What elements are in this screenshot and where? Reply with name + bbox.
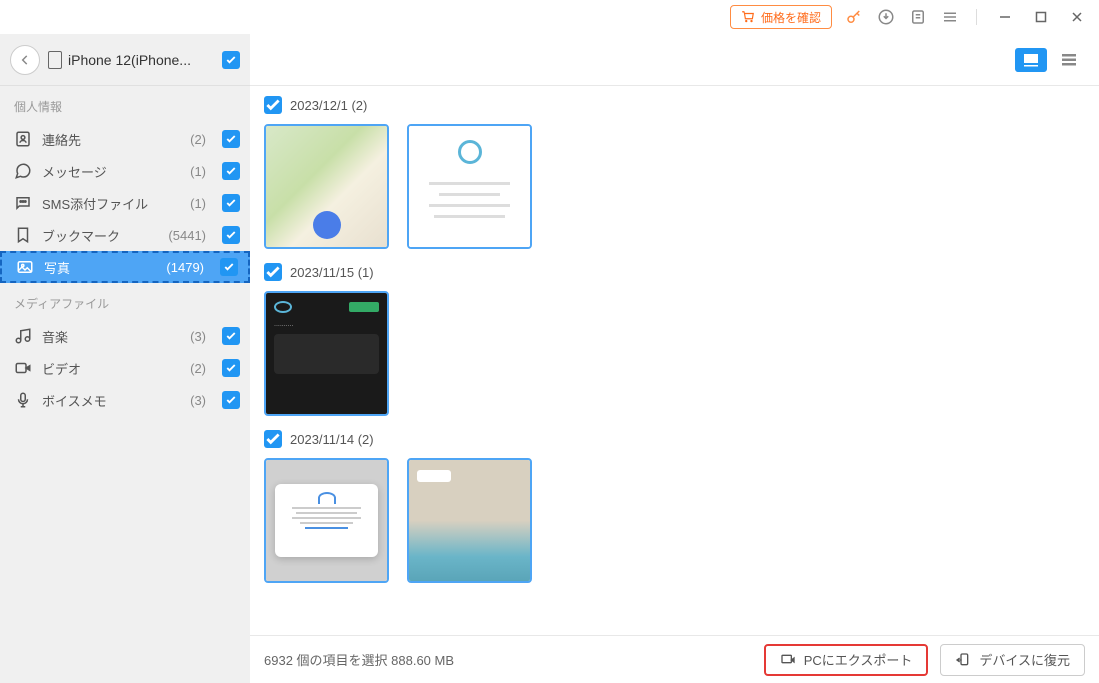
music-icon (14, 327, 32, 345)
date-checkbox[interactable] (264, 430, 282, 448)
voice-icon (14, 391, 32, 409)
sidebar-item-label: ビデオ (42, 359, 180, 378)
status-text: 6932 個の項目を選択 888.60 MB (264, 650, 752, 669)
sidebar-item-checkbox[interactable] (222, 194, 240, 212)
download-icon[interactable] (876, 7, 896, 27)
content: 2023/12/1 (2)2023/11/15 (1)..........202… (250, 34, 1099, 683)
thumbnail[interactable]: .......... (264, 291, 389, 416)
sidebar-item-checkbox[interactable] (222, 359, 240, 377)
sidebar-item-count: (1) (190, 196, 206, 211)
sidebar-item-photo[interactable]: 写真 (1479) (0, 251, 250, 283)
maximize-button[interactable] (1029, 5, 1053, 29)
thumbnail-area[interactable]: 2023/12/1 (2)2023/11/15 (1)..........202… (250, 86, 1099, 635)
sidebar-item-video[interactable]: ビデオ (2) (0, 352, 250, 384)
sidebar-item-count: (2) (190, 132, 206, 147)
cart-icon (741, 10, 755, 24)
export-pc-button[interactable]: PCにエクスポート (764, 644, 929, 676)
thumbnail[interactable] (407, 124, 532, 249)
separator (976, 9, 977, 25)
sidebar-item-sms[interactable]: SMS添付ファイル (1) (0, 187, 250, 219)
restore-icon (955, 652, 971, 668)
device-name-label: iPhone 12(iPhone... (68, 52, 191, 68)
date-label: 2023/11/14 (2) (290, 432, 374, 447)
back-button[interactable] (10, 45, 40, 75)
contact-icon (14, 130, 32, 148)
sidebar-item-message[interactable]: メッセージ (1) (0, 155, 250, 187)
sidebar-item-voice[interactable]: ボイスメモ (3) (0, 384, 250, 416)
date-label: 2023/11/15 (1) (290, 265, 374, 280)
menu-icon[interactable] (940, 7, 960, 27)
restore-device-label: デバイスに復元 (979, 650, 1070, 669)
sidebar-item-checkbox[interactable] (222, 130, 240, 148)
section-media-title: メディアファイル (0, 283, 250, 320)
device-checkbox[interactable] (222, 51, 240, 69)
date-checkbox[interactable] (264, 96, 282, 114)
sidebar-item-checkbox[interactable] (222, 327, 240, 345)
sidebar-item-label: メッセージ (42, 162, 180, 181)
thumbnail[interactable] (264, 458, 389, 583)
sidebar-item-label: SMS添付ファイル (42, 194, 180, 213)
date-label: 2023/12/1 (2) (290, 98, 367, 113)
sidebar-item-label: 連絡先 (42, 130, 180, 149)
sidebar-item-checkbox[interactable] (222, 162, 240, 180)
sidebar-item-count: (1) (190, 164, 206, 179)
date-group: 2023/12/1 (2) (264, 96, 1085, 249)
sidebar: iPhone 12(iPhone... 個人情報 連絡先(2)メッセージ(1)S… (0, 34, 250, 683)
sidebar-item-label: 音楽 (42, 327, 180, 346)
list-view-button[interactable] (1053, 48, 1085, 72)
sidebar-item-contact[interactable]: 連絡先 (2) (0, 123, 250, 155)
thumbnail[interactable] (407, 458, 532, 583)
minimize-button[interactable] (993, 5, 1017, 29)
close-button[interactable] (1065, 5, 1089, 29)
footer: 6932 個の項目を選択 888.60 MB PCにエクスポート デバイスに復元 (250, 635, 1099, 683)
thumbnail[interactable] (264, 124, 389, 249)
sidebar-item-count: (2) (190, 361, 206, 376)
sidebar-item-label: ボイスメモ (42, 391, 180, 410)
date-group: 2023/11/14 (2) (264, 430, 1085, 583)
main: iPhone 12(iPhone... 個人情報 連絡先(2)メッセージ(1)S… (0, 34, 1099, 683)
price-check-button[interactable]: 価格を確認 (730, 5, 832, 29)
device-header: iPhone 12(iPhone... (0, 34, 250, 86)
photo-icon (16, 258, 34, 276)
sidebar-item-label: 写真 (44, 258, 156, 277)
key-icon[interactable] (844, 7, 864, 27)
message-icon (14, 162, 32, 180)
price-check-label: 価格を確認 (761, 9, 821, 26)
section-personal-title: 個人情報 (0, 86, 250, 123)
grid-view-button[interactable] (1015, 48, 1047, 72)
sidebar-item-bookmark[interactable]: ブックマーク (5441) (0, 219, 250, 251)
view-toolbar (250, 34, 1099, 86)
export-pc-label: PCにエクスポート (804, 650, 913, 669)
sidebar-item-checkbox[interactable] (222, 391, 240, 409)
restore-device-button[interactable]: デバイスに復元 (940, 644, 1085, 676)
video-icon (14, 359, 32, 377)
date-group: 2023/11/15 (1).......... (264, 263, 1085, 416)
note-icon[interactable] (908, 7, 928, 27)
sidebar-item-label: ブックマーク (42, 226, 158, 245)
sidebar-item-count: (5441) (168, 228, 206, 243)
bookmark-icon (14, 226, 32, 244)
export-icon (780, 652, 796, 668)
sidebar-item-count: (1479) (166, 260, 204, 275)
date-checkbox[interactable] (264, 263, 282, 281)
device-name: iPhone 12(iPhone... (48, 51, 214, 69)
phone-icon (48, 51, 62, 69)
sms-icon (14, 194, 32, 212)
titlebar: 価格を確認 (0, 0, 1099, 34)
sidebar-item-checkbox[interactable] (222, 226, 240, 244)
sidebar-item-count: (3) (190, 329, 206, 344)
sidebar-item-count: (3) (190, 393, 206, 408)
sidebar-item-music[interactable]: 音楽 (3) (0, 320, 250, 352)
sidebar-item-checkbox[interactable] (220, 258, 238, 276)
